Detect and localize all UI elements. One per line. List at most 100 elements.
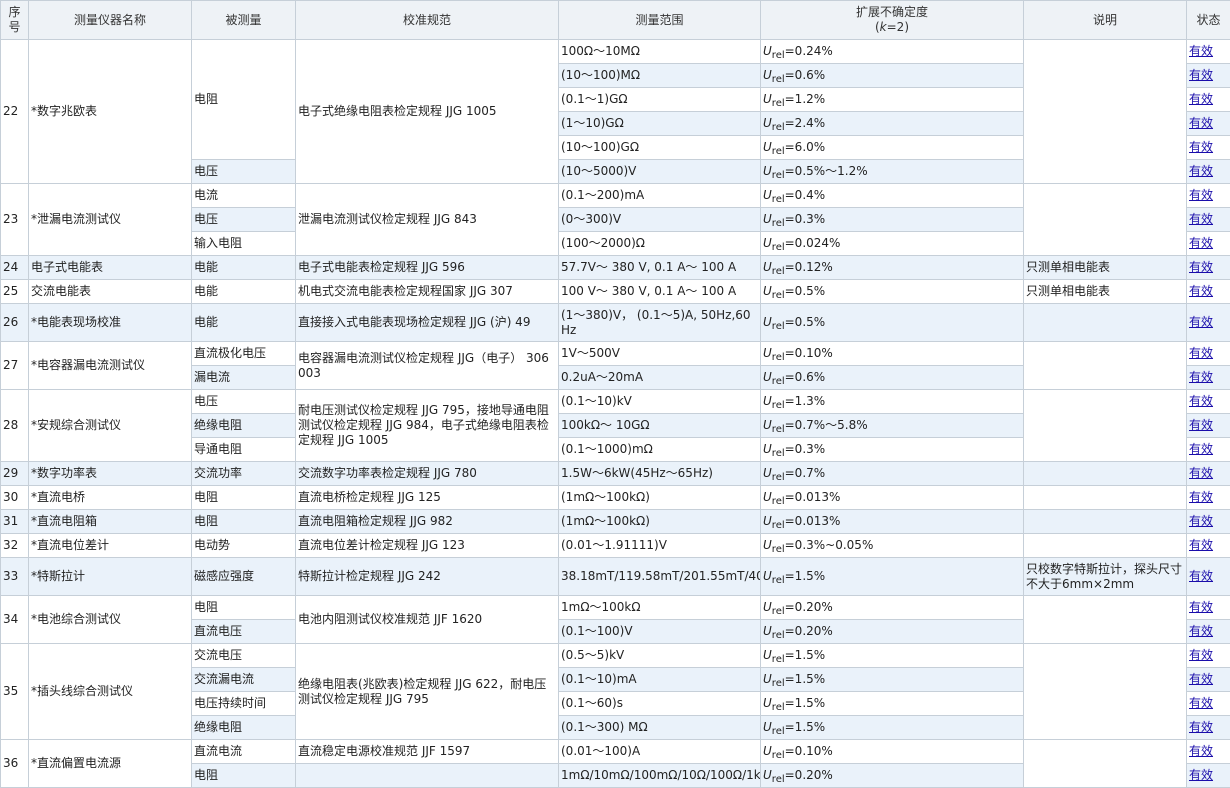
table-row: 31 *直流电阻箱 电阻 直流电阻箱检定规程 JJG 982 (1mΩ～100k… [1,510,1230,534]
cell-range: (0.01～1.91111)V [559,534,761,558]
cell-standard: 直流稳定电源校准规范 JJF 1597 [296,740,559,764]
table-row: 34 *电池综合测试仪 电阻 电池内阻测试仪校准规范 JJF 1620 1mΩ～… [1,596,1230,620]
status-link[interactable]: 有效 [1189,284,1213,298]
table-row: 22 *数字兆欧表 电阻 电子式绝缘电阻表检定规程 JJG 1005 100Ω～… [1,40,1230,64]
header-standard: 校准规范 [296,1,559,40]
cell-name: *直流偏置电流源 [29,740,192,788]
cell-status: 有效 [1187,342,1230,366]
cell-name: 交流电能表 [29,280,192,304]
header-status: 状态 [1187,1,1230,40]
cell-standard [296,764,559,788]
status-link[interactable]: 有效 [1189,116,1213,130]
cell-measured: 绝缘电阻 [192,716,296,740]
cell-status: 有效 [1187,668,1230,692]
table-row: 26 *电能表现场校准 电能 直接接入式电能表现场检定规程 JJG (沪) 49… [1,304,1230,342]
status-link[interactable]: 有效 [1189,346,1213,360]
status-link[interactable]: 有效 [1189,672,1213,686]
status-link[interactable]: 有效 [1189,140,1213,154]
status-link[interactable]: 有效 [1189,490,1213,504]
cell-status: 有效 [1187,40,1230,64]
cell-measured: 输入电阻 [192,232,296,256]
cell-status: 有效 [1187,644,1230,668]
cell-status: 有效 [1187,390,1230,414]
cell-measured: 电阻 [192,596,296,620]
cell-seq: 31 [1,510,29,534]
cell-range: (0.1～10)mA [559,668,761,692]
status-link[interactable]: 有效 [1189,744,1213,758]
cell-seq: 22 [1,40,29,184]
cell-measured: 导通电阻 [192,438,296,462]
cell-uncertainty: Urel=0.6% [761,64,1024,88]
status-link[interactable]: 有效 [1189,648,1213,662]
cell-name: *插头线综合测试仪 [29,644,192,740]
status-link[interactable]: 有效 [1189,315,1213,329]
status-link[interactable]: 有效 [1189,236,1213,250]
cell-range: (0.5～5)kV [559,644,761,668]
cell-uncertainty: Urel=0.024% [761,232,1024,256]
cell-status: 有效 [1187,366,1230,390]
status-link[interactable]: 有效 [1189,418,1213,432]
cell-seq: 34 [1,596,29,644]
cell-uncertainty: Urel=1.5% [761,644,1024,668]
status-link[interactable]: 有效 [1189,696,1213,710]
status-link[interactable]: 有效 [1189,466,1213,480]
status-link[interactable]: 有效 [1189,370,1213,384]
cell-measured: 电压持续时间 [192,692,296,716]
cell-note [1024,40,1187,184]
cell-name: *直流电桥 [29,486,192,510]
cell-seq: 36 [1,740,29,788]
cell-uncertainty: Urel=1.5% [761,716,1024,740]
table-row: 32 *直流电位差计 电动势 直流电位差计检定规程 JJG 123 (0.01～… [1,534,1230,558]
cell-note: 只测单相电能表 [1024,280,1187,304]
status-link[interactable]: 有效 [1189,92,1213,106]
cell-standard: 电池内阻测试仪校准规范 JJF 1620 [296,596,559,644]
status-link[interactable]: 有效 [1189,68,1213,82]
cell-standard: 电容器漏电流测试仪检定规程 JJG（电子） 306003 [296,342,559,390]
header-range: 测量范围 [559,1,761,40]
status-link[interactable]: 有效 [1189,600,1213,614]
cell-seq: 32 [1,534,29,558]
cell-range: 1mΩ～100kΩ [559,596,761,620]
cell-note [1024,534,1187,558]
status-link[interactable]: 有效 [1189,514,1213,528]
cell-range: (1mΩ～100kΩ) [559,510,761,534]
status-link[interactable]: 有效 [1189,538,1213,552]
cell-seq: 28 [1,390,29,462]
cell-name: *数字功率表 [29,462,192,486]
cell-name: *电容器漏电流测试仪 [29,342,192,390]
cell-name: *数字兆欧表 [29,40,192,184]
cell-note [1024,486,1187,510]
status-link[interactable]: 有效 [1189,260,1213,274]
status-link[interactable]: 有效 [1189,44,1213,58]
cell-name: *泄漏电流测试仪 [29,184,192,256]
cell-uncertainty: Urel=0.3%~0.05% [761,534,1024,558]
cell-range: (0～300)V [559,208,761,232]
cell-measured: 绝缘电阻 [192,414,296,438]
status-link[interactable]: 有效 [1189,720,1213,734]
status-link[interactable]: 有效 [1189,394,1213,408]
status-link[interactable]: 有效 [1189,188,1213,202]
calibration-table: 序号 测量仪器名称 被测量 校准规范 测量范围 扩展不确定度 (k=2) 说明 … [0,0,1230,788]
table-row: 35 *插头线综合测试仪 交流电压 绝缘电阻表(兆欧表)检定规程 JJG 622… [1,644,1230,668]
cell-measured: 漏电流 [192,366,296,390]
cell-status: 有效 [1187,620,1230,644]
status-link[interactable]: 有效 [1189,624,1213,638]
cell-measured: 交流漏电流 [192,668,296,692]
cell-measured: 电流 [192,184,296,208]
status-link[interactable]: 有效 [1189,569,1213,583]
cell-name: *电池综合测试仪 [29,596,192,644]
status-link[interactable]: 有效 [1189,164,1213,178]
cell-uncertainty: Urel=2.4% [761,112,1024,136]
cell-name: *直流电位差计 [29,534,192,558]
cell-seq: 27 [1,342,29,390]
status-link[interactable]: 有效 [1189,212,1213,226]
status-link[interactable]: 有效 [1189,442,1213,456]
table-row: 30 *直流电桥 电阻 直流电桥检定规程 JJG 125 (1mΩ～100kΩ)… [1,486,1230,510]
cell-uncertainty: Urel=0.20% [761,596,1024,620]
cell-measured: 电能 [192,304,296,342]
cell-measured: 电能 [192,256,296,280]
cell-name: *电能表现场校准 [29,304,192,342]
cell-status: 有效 [1187,304,1230,342]
cell-measured: 电压 [192,160,296,184]
cell-note [1024,644,1187,740]
